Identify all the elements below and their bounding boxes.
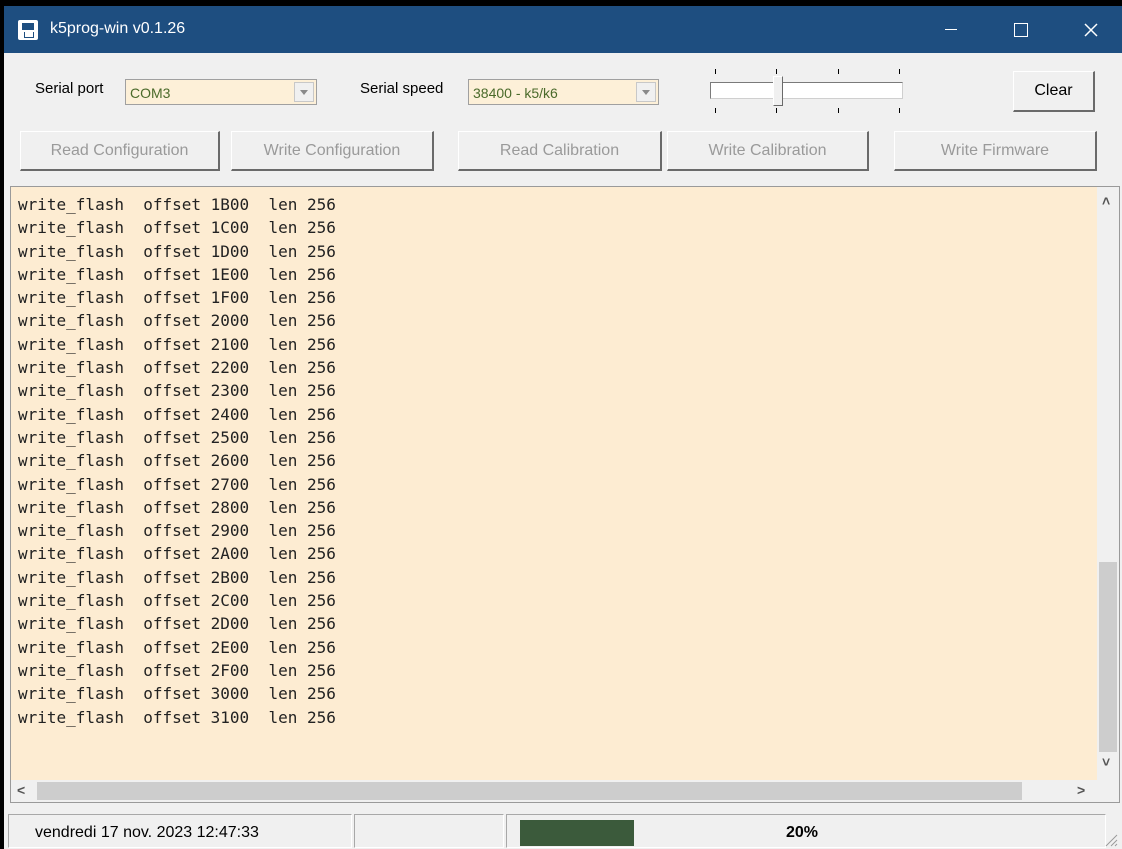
close-button[interactable] — [1056, 6, 1122, 53]
serial-port-select[interactable]: COM3 — [125, 79, 317, 105]
slider-tick — [838, 69, 839, 74]
clear-button[interactable]: Clear — [1013, 71, 1095, 112]
minimize-button[interactable] — [916, 6, 986, 53]
speed-slider-thumb[interactable] — [773, 76, 783, 106]
slider-tick — [776, 69, 777, 74]
maximize-icon — [1014, 22, 1028, 37]
log-text: write_flash offset 1B00 len 256 write_fl… — [18, 195, 336, 727]
scroll-up-icon[interactable]: ˄ — [1102, 193, 1110, 209]
read-calibration-button[interactable]: Read Calibration — [458, 131, 662, 171]
scroll-left-icon[interactable]: < — [17, 782, 25, 798]
horizontal-scrollbar[interactable]: < > — [11, 780, 1119, 802]
maximize-button[interactable] — [986, 6, 1056, 53]
progress-percent: 20% — [786, 824, 819, 841]
status-panel-empty — [354, 814, 504, 848]
write-firmware-button[interactable]: Write Firmware — [894, 131, 1097, 171]
vertical-scroll-thumb[interactable] — [1099, 562, 1117, 752]
slider-tick — [838, 108, 839, 113]
serial-speed-select[interactable]: 38400 - k5/k6 — [468, 79, 659, 105]
slider-tick — [715, 108, 716, 113]
progress-bar-fill — [520, 820, 634, 846]
scroll-down-icon[interactable]: ˅ — [1102, 754, 1110, 770]
write-calibration-button[interactable]: Write Calibration — [667, 131, 869, 171]
serial-port-label: Serial port — [35, 80, 104, 97]
serial-speed-value: 38400 - k5/k6 — [473, 85, 558, 101]
chevron-down-icon[interactable] — [636, 82, 656, 102]
slider-tick — [899, 69, 900, 74]
app-window: k5prog-win v0.1.26 Serial port COM3 Seri… — [4, 6, 1122, 849]
title-bar[interactable]: k5prog-win v0.1.26 — [4, 6, 1122, 53]
status-bar: vendredi 17 nov. 2023 12:47:33 20% — [4, 808, 1122, 849]
app-icon[interactable] — [18, 20, 38, 40]
vertical-scrollbar[interactable]: ˄ ˅ — [1097, 187, 1119, 780]
serial-port-value: COM3 — [130, 85, 171, 101]
speed-slider-track[interactable] — [710, 82, 903, 99]
status-datetime: vendredi 17 nov. 2023 12:47:33 — [35, 824, 259, 841]
resize-grip-icon[interactable] — [1102, 831, 1118, 847]
slider-tick — [899, 108, 900, 113]
write-configuration-button[interactable]: Write Configuration — [231, 131, 434, 171]
close-icon — [1084, 22, 1098, 37]
horizontal-scroll-thumb[interactable] — [37, 782, 1022, 800]
slider-tick — [715, 69, 716, 74]
slider-tick — [776, 108, 777, 113]
serial-speed-label: Serial speed — [360, 80, 444, 97]
minimize-icon — [945, 29, 957, 30]
window-title: k5prog-win v0.1.26 — [50, 20, 186, 37]
chevron-down-icon[interactable] — [294, 82, 314, 102]
read-configuration-button[interactable]: Read Configuration — [20, 131, 220, 171]
scroll-right-icon[interactable]: > — [1077, 782, 1085, 798]
log-output[interactable]: write_flash offset 1B00 len 256 write_fl… — [10, 186, 1120, 803]
